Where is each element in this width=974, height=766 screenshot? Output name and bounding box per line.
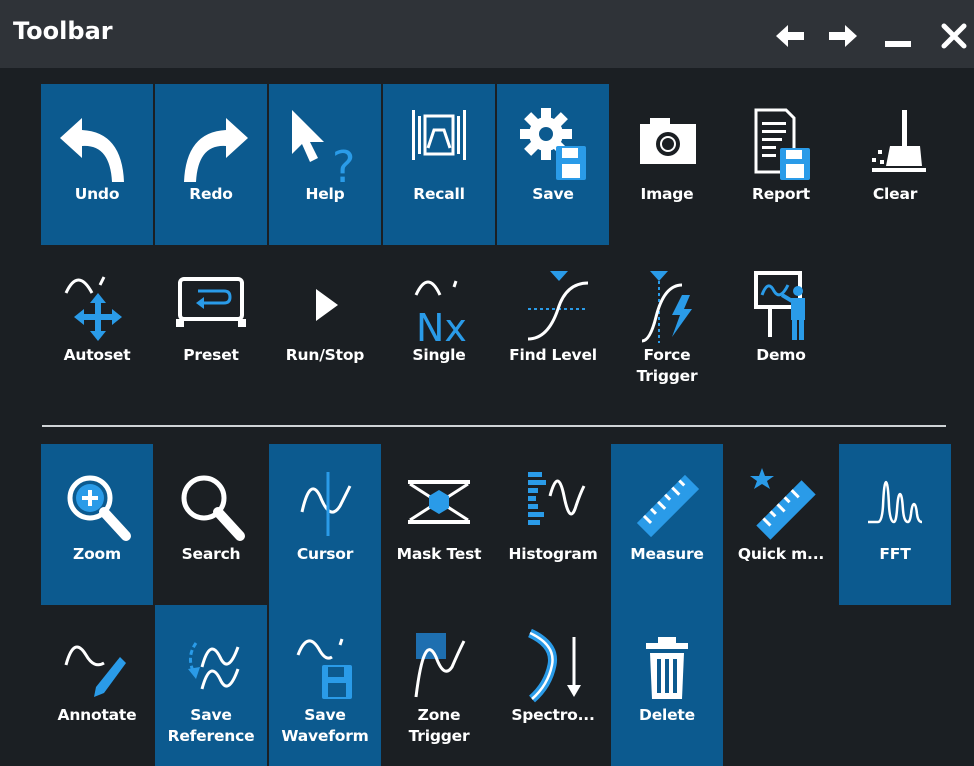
single-button[interactable]: Nx Single — [383, 245, 495, 406]
save-reference-button[interactable]: Save Reference — [155, 605, 267, 766]
cursor-icon — [280, 466, 370, 544]
preset-label: Preset — [183, 346, 239, 364]
clear-button[interactable]: Clear — [839, 84, 951, 245]
quick-measure-icon — [736, 466, 826, 544]
autoset-icon — [52, 267, 142, 345]
recall-button[interactable]: Recall — [383, 84, 495, 245]
trash-icon — [622, 627, 712, 705]
help-icon: ? — [280, 106, 370, 184]
run-stop-label: Run/Stop — [285, 346, 365, 364]
camera-icon — [622, 106, 712, 184]
mask-test-button[interactable]: Mask Test — [383, 444, 495, 605]
demo-icon — [736, 267, 826, 345]
undo-button[interactable]: Undo — [41, 84, 153, 245]
autoset-label: Autoset — [63, 346, 131, 364]
run-stop-button[interactable]: Run/Stop — [269, 245, 381, 406]
zone-trigger-label: Zone Trigger — [408, 706, 470, 745]
zone-trigger-icon — [394, 627, 484, 705]
demo-button[interactable]: Demo — [725, 245, 837, 406]
recall-icon — [394, 106, 484, 184]
spectrogram-icon — [508, 627, 598, 705]
autoset-button[interactable]: Autoset — [41, 245, 153, 406]
zoom-icon — [52, 466, 142, 544]
histogram-button[interactable]: Histogram — [497, 444, 609, 605]
image-button[interactable]: Image — [611, 84, 723, 245]
cursor-label: Cursor — [296, 545, 354, 563]
measure-button[interactable]: Measure — [611, 444, 723, 605]
force-trigger-icon — [622, 267, 712, 345]
broom-icon — [850, 106, 940, 184]
svg-text:Nx: Nx — [416, 306, 467, 345]
delete-button[interactable]: Delete — [611, 605, 723, 766]
force-trigger-label: Force Trigger — [636, 346, 698, 385]
separator — [42, 425, 946, 427]
quick-measure-button[interactable]: Quick m... — [725, 444, 837, 605]
find-level-icon — [508, 267, 598, 345]
fft-icon — [850, 466, 940, 544]
help-button[interactable]: ? Help — [269, 84, 381, 245]
redo-icon — [166, 106, 256, 184]
mask-test-label: Mask Test — [396, 545, 482, 563]
preset-button[interactable]: Preset — [155, 245, 267, 406]
undo-icon — [52, 106, 142, 184]
clear-label: Clear — [872, 185, 918, 203]
image-label: Image — [640, 185, 694, 203]
fft-button[interactable]: FFT — [839, 444, 951, 605]
force-trigger-button[interactable]: Force Trigger — [611, 245, 723, 406]
save-button[interactable]: Save — [497, 84, 609, 245]
measure-label: Measure — [630, 545, 704, 563]
svg-text:?: ? — [332, 142, 355, 184]
undo-label: Undo — [74, 185, 120, 203]
redo-button[interactable]: Redo — [155, 84, 267, 245]
titlebar: Toolbar — [0, 0, 974, 68]
spectrogram-label: Spectro... — [511, 706, 595, 724]
find-level-button[interactable]: Find Level — [497, 245, 609, 406]
save-label: Save — [532, 185, 574, 203]
window-title: Toolbar — [13, 17, 113, 45]
preset-icon — [166, 267, 256, 345]
report-icon — [736, 106, 826, 184]
fft-label: FFT — [879, 545, 911, 563]
mask-test-icon — [394, 466, 484, 544]
search-button[interactable]: Search — [155, 444, 267, 605]
save-reference-label: Save Reference — [167, 706, 255, 745]
play-icon — [280, 267, 370, 345]
search-label: Search — [181, 545, 241, 563]
report-label: Report — [751, 185, 811, 203]
minimize-icon[interactable] — [882, 22, 914, 50]
zoom-button[interactable]: Zoom — [41, 444, 153, 605]
help-label: Help — [305, 185, 345, 203]
find-level-label: Find Level — [509, 346, 597, 364]
redo-label: Redo — [189, 185, 233, 203]
search-icon — [166, 466, 256, 544]
report-button[interactable]: Report — [725, 84, 837, 245]
ruler-icon — [622, 466, 712, 544]
single-icon: Nx — [394, 267, 484, 345]
toolbar-window: Toolbar Undo Redo ? Help Recall Save Ima… — [0, 0, 974, 766]
annotate-icon — [52, 627, 142, 705]
histogram-icon — [508, 466, 598, 544]
annotate-button[interactable]: Annotate — [41, 605, 153, 766]
save-waveform-button[interactable]: Save Waveform — [269, 605, 381, 766]
spectrogram-button[interactable]: Spectro... — [497, 605, 609, 766]
annotate-label: Annotate — [57, 706, 137, 724]
single-label: Single — [412, 346, 466, 364]
save-waveform-label: Save Waveform — [281, 706, 369, 745]
save-settings-icon — [508, 106, 598, 184]
histogram-label: Histogram — [508, 545, 598, 563]
delete-label: Delete — [639, 706, 695, 724]
save-reference-icon — [166, 627, 256, 705]
zoom-label: Zoom — [73, 545, 121, 563]
zone-trigger-button[interactable]: Zone Trigger — [383, 605, 495, 766]
cursor-button[interactable]: Cursor — [269, 444, 381, 605]
quick-measure-label: Quick m... — [737, 545, 825, 563]
recall-label: Recall — [413, 185, 465, 203]
save-waveform-icon — [280, 627, 370, 705]
demo-label: Demo — [756, 346, 806, 364]
arrow-left-icon[interactable] — [774, 22, 806, 50]
close-icon[interactable] — [938, 22, 970, 50]
arrow-right-icon[interactable] — [827, 22, 859, 50]
